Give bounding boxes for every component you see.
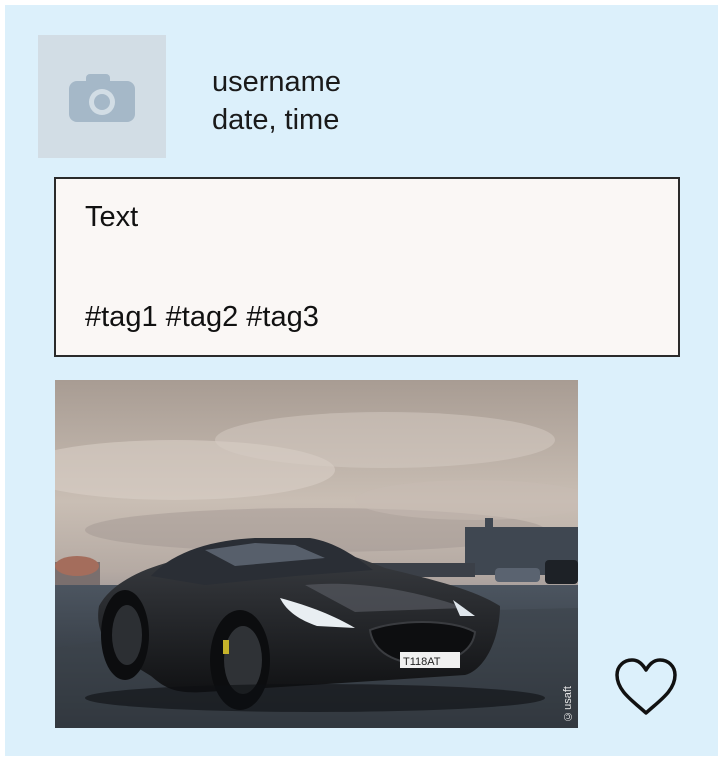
- post-text-box: Text #tag1 #tag2 #tag3: [54, 177, 680, 357]
- heart-outline-icon: [615, 658, 677, 715]
- like-button[interactable]: [611, 655, 681, 717]
- post-tags[interactable]: #tag1 #tag2 #tag3: [85, 301, 319, 334]
- car-photo: Т118АТ: [55, 380, 578, 728]
- username[interactable]: username: [212, 63, 341, 101]
- post-card: username date, time Text #tag1 #tag2 #ta…: [5, 5, 718, 756]
- post-datetime: date, time: [212, 104, 340, 136]
- camera-icon: [69, 73, 135, 122]
- avatar-placeholder[interactable]: [38, 35, 166, 158]
- post-header: username date, time: [212, 63, 341, 139]
- post-text: Text: [85, 201, 139, 233]
- post-image[interactable]: Т118АТ ©usaft: [55, 380, 578, 728]
- license-plate-text: Т118АТ: [403, 656, 441, 668]
- photo-watermark: ©usaft: [562, 686, 574, 722]
